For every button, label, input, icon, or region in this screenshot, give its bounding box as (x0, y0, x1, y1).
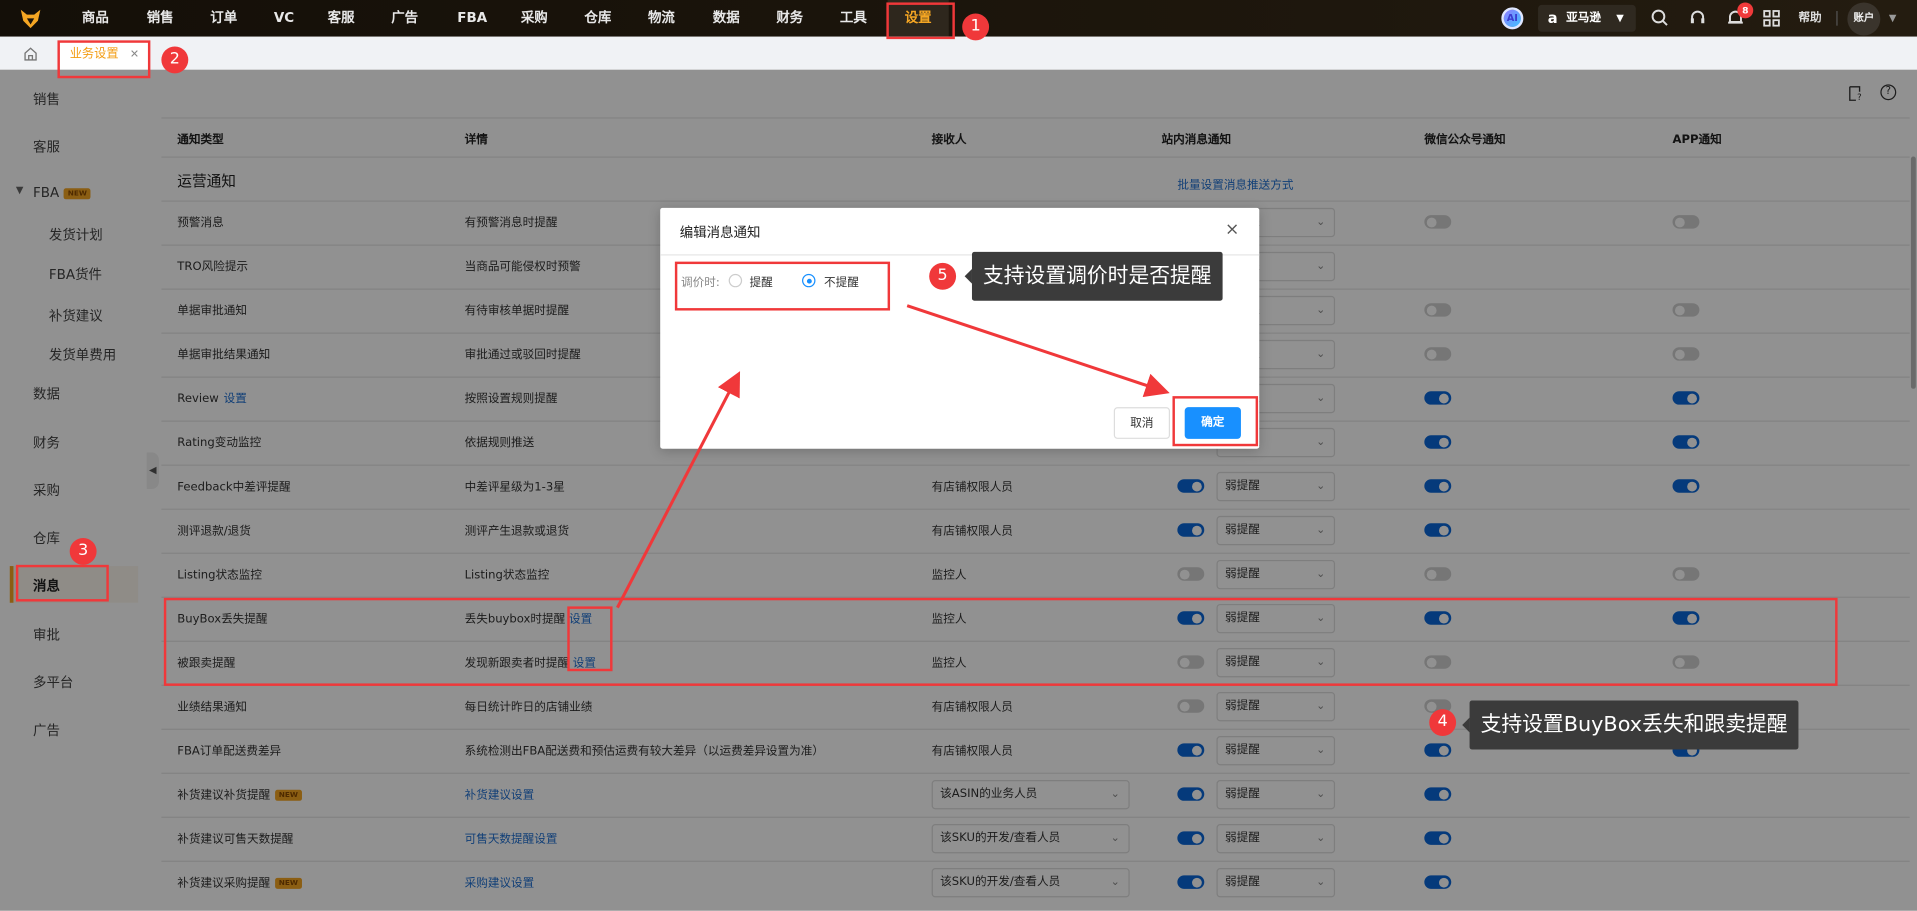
arrow-to-modal (616, 371, 741, 609)
annotation-badge-3: 3 (69, 537, 97, 565)
arrow-to-confirm (906, 304, 1170, 398)
annotation-badge-2: 2 (161, 46, 189, 74)
annotation-arrows (616, 304, 1170, 609)
annotation-badge-1: 1 (962, 13, 990, 41)
tooltip-buybox: 支持设置BuyBox丢失和跟卖提醒 (1462, 700, 1799, 750)
annotation-badge-4: 4 (1429, 709, 1457, 737)
annotation-badge-5: 5 (929, 262, 957, 290)
tooltip-price-adjust: 支持设置调价时是否提醒 (964, 251, 1223, 301)
